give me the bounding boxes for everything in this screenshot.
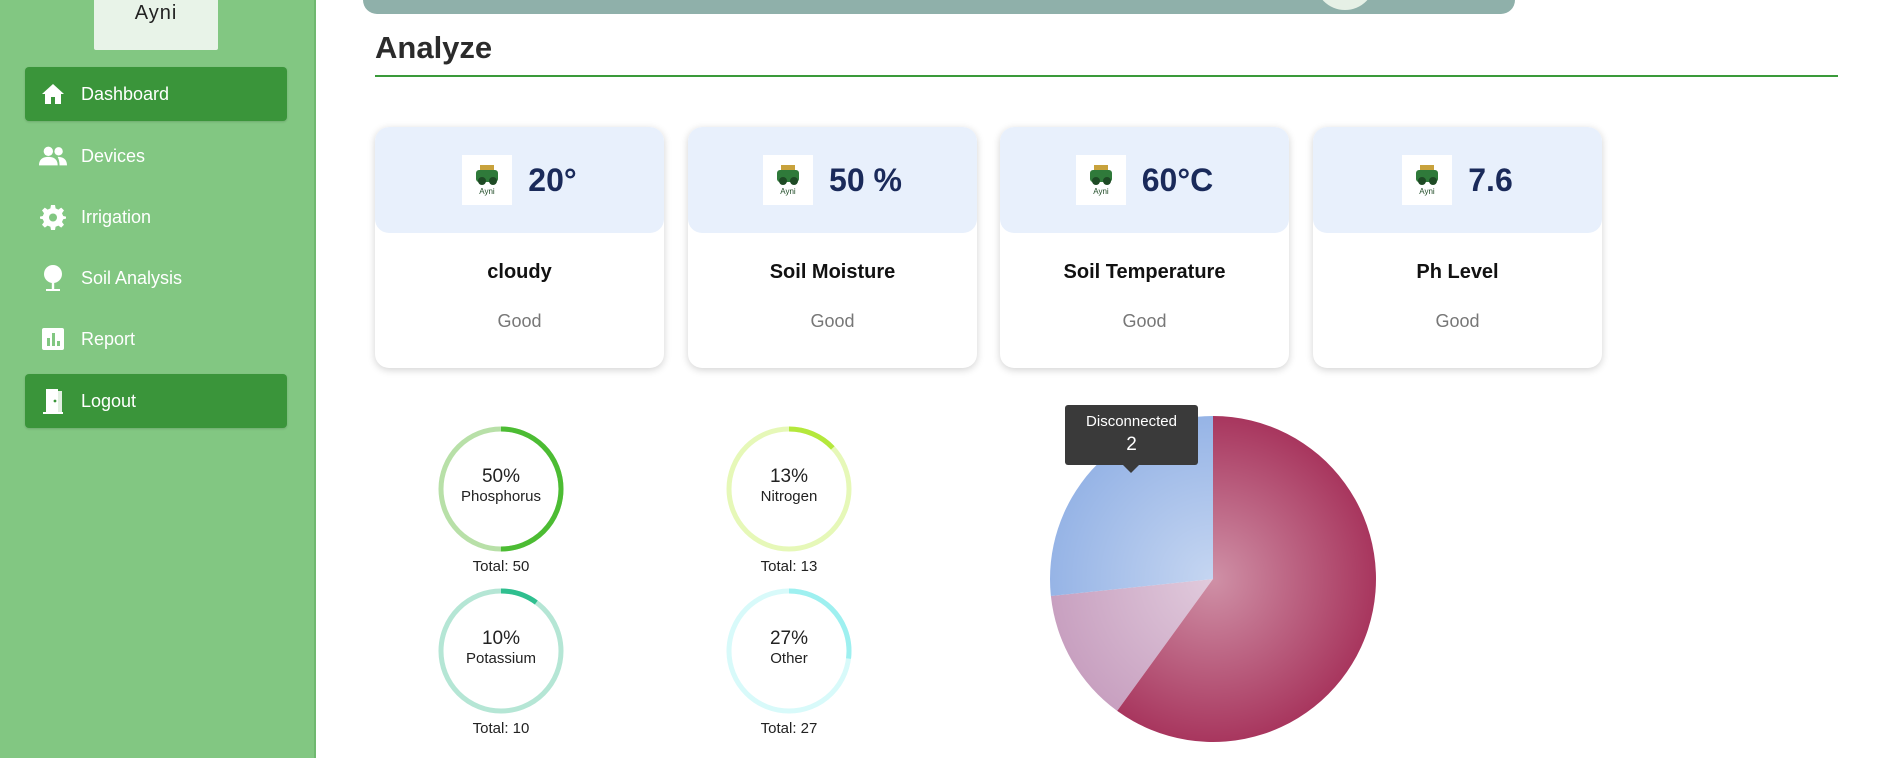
people-icon (39, 142, 67, 170)
gauge-percent: 50% (481, 466, 521, 487)
gauge-total: Total: 13 (760, 558, 818, 575)
top-scroll-panel (363, 0, 1515, 14)
sidebar-item-label: Irrigation (81, 206, 152, 227)
svg-text:Ayni: Ayni (780, 187, 796, 196)
title-divider (375, 75, 1838, 77)
sidebar-item-dashboard[interactable]: Dashboard (25, 67, 287, 121)
sidebar-item-label: Logout (81, 390, 137, 411)
ayni-logo-icon: Ayni (462, 155, 513, 205)
gauge-total: Total: 27 (760, 720, 818, 737)
page-title: Analyze (375, 30, 493, 65)
sidebar-item-irrigation[interactable]: Irrigation (25, 190, 287, 244)
sidebar-item-label: Soil Analysis (81, 267, 183, 288)
gauge-percent: 27% (769, 628, 809, 649)
tooltip-arrow (1123, 465, 1139, 473)
stat-card-ph-level: Ayni 7.6 Ph Level Good (1313, 127, 1602, 368)
tooltip-label: Disconnected (1086, 413, 1177, 430)
card-label: cloudy (487, 261, 552, 283)
stat-card-soil-temperature: Ayni 60°C Soil Temperature Good (1000, 127, 1289, 368)
card-header: Ayni 60°C (1000, 127, 1289, 233)
logo: Ayni (94, 0, 218, 50)
gauge-name: Potassium (465, 650, 537, 667)
sidebar-item-logout[interactable]: Logout (25, 374, 287, 428)
sidebar-item-label: Dashboard (81, 83, 170, 104)
card-label: Soil Temperature (1063, 261, 1226, 283)
card-label: Ph Level (1416, 261, 1499, 283)
gauge-name: Other (770, 650, 808, 667)
gauge-total: Total: 50 (472, 558, 530, 575)
svg-text:Ayni: Ayni (1093, 187, 1109, 196)
gauge-name: Phosphorus (460, 488, 542, 505)
gauge-other: 27% Other Total: 27 (724, 586, 854, 737)
gauge-percent: 10% (481, 628, 521, 649)
card-label: Soil Moisture (769, 261, 896, 283)
card-value: 20° (528, 161, 577, 198)
card-value: 60°C (1141, 161, 1214, 198)
sidebar: Ayni Dashboard Devices Irrigation Soil A… (0, 0, 316, 758)
card-value: 7.6 (1468, 161, 1513, 198)
gauge-nitrogen: 13% Nitrogen Total: 13 (724, 424, 854, 575)
card-header: Ayni 50 % (688, 127, 977, 233)
svg-text:Ayni: Ayni (480, 187, 496, 196)
card-header: Ayni 7.6 (1313, 127, 1602, 233)
ayni-logo-icon: Ayni (1075, 155, 1126, 205)
stat-card-weather: Ayni 20° cloudy Good (375, 127, 664, 368)
card-status: Good (1122, 311, 1167, 331)
door-exit-icon (39, 387, 67, 415)
top-panel-knob[interactable] (1315, 0, 1375, 10)
ayni-logo-icon: Ayni (763, 155, 814, 205)
gauge-total: Total: 10 (472, 720, 530, 737)
svg-text:Ayni: Ayni (1420, 187, 1436, 196)
card-status: Good (810, 311, 855, 331)
card-header: Ayni 20° (375, 127, 664, 233)
pie-tooltip: Disconnected 2 (1065, 405, 1198, 473)
logo-text: Ayni (134, 2, 178, 24)
sidebar-item-label: Devices (81, 145, 146, 166)
card-status: Good (1435, 311, 1480, 331)
bar-chart-icon (39, 325, 67, 353)
sidebar-item-label: Report (81, 328, 136, 349)
home-icon (39, 80, 67, 108)
sidebar-item-soil-analysis[interactable]: Soil Analysis (25, 251, 287, 305)
stat-card-soil-moisture: Ayni 50 % Soil Moisture Good (688, 127, 977, 368)
sidebar-item-devices[interactable]: Devices (25, 129, 287, 183)
card-status: Good (497, 311, 542, 331)
ayni-logo-icon: Ayni (1402, 155, 1453, 205)
card-value: 50 % (829, 161, 902, 198)
gauge-name: Nitrogen (760, 488, 818, 505)
tree-icon (39, 264, 67, 292)
gauge-phosphorus: 50% Phosphorus Total: 50 (436, 424, 566, 575)
gauge-percent: 13% (769, 466, 809, 487)
tooltip-value: 2 (1126, 434, 1137, 455)
gauge-potassium: 10% Potassium Total: 10 (436, 586, 566, 737)
sidebar-item-report[interactable]: Report (25, 312, 287, 366)
gear-icon (39, 203, 67, 231)
